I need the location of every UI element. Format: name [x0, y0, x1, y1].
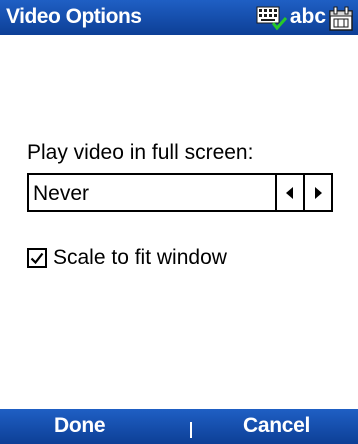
spinner-next-button[interactable]: [303, 175, 331, 210]
calendar-icon: [329, 6, 353, 31]
softkey-divider: [190, 422, 192, 438]
status-icons: abc: [256, 2, 354, 33]
scale-to-fit-checkbox[interactable]: [27, 248, 47, 268]
keyboard-icon: [256, 6, 287, 30]
spinner-arrows: [275, 175, 331, 210]
spinner-value: Never: [33, 182, 90, 205]
cancel-softkey[interactable]: Cancel: [243, 414, 310, 438]
fullscreen-prompt-label: Play video in full screen:: [27, 141, 254, 164]
checkmark-icon: [30, 252, 44, 265]
arrow-right-icon: [315, 186, 322, 199]
scale-to-fit-label: Scale to fit window: [53, 246, 227, 269]
spinner-previous-button[interactable]: [277, 175, 303, 210]
fullscreen-spinner[interactable]: Never: [27, 173, 333, 212]
done-softkey[interactable]: Done: [54, 414, 106, 438]
page-title: Video Options: [6, 5, 142, 28]
video-options-screen: Video Options abc Play video in full scr…: [0, 0, 358, 444]
arrow-left-icon: [286, 186, 293, 199]
scale-to-fit-option[interactable]: Scale to fit window: [27, 244, 227, 272]
softkey-bar: Done Cancel: [0, 409, 358, 444]
title-bar: Video Options abc: [0, 0, 358, 35]
input-mode-indicator: abc: [289, 4, 326, 28]
